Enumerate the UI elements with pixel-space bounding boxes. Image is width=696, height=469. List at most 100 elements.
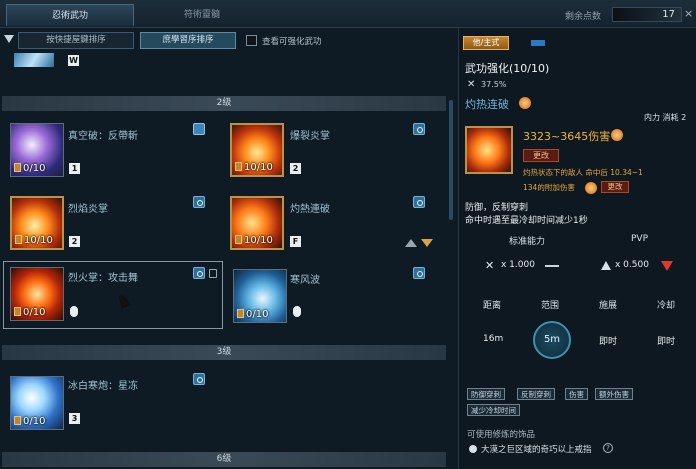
- lock-icon: [209, 269, 217, 278]
- equip-title: 可使用修炼的饰品: [467, 430, 536, 440]
- skill-icon-flame-palm[interactable]: 10/10: [10, 196, 64, 250]
- tag-damage: 伤害: [565, 388, 588, 400]
- ring-icon: [469, 445, 477, 453]
- percent-text: 37.5%: [481, 80, 507, 89]
- points-value: 17: [612, 7, 682, 22]
- desc-line-2: 134的附加伤害: [523, 183, 575, 192]
- partial-skill-icon[interactable]: [14, 53, 54, 67]
- skill-icon-ice-cannon[interactable]: 0/10: [10, 376, 64, 430]
- skill-icon-scorch-combo[interactable]: 10/10: [230, 196, 284, 250]
- attr-range-label: 距离: [483, 301, 502, 311]
- skill-detail-panel: 他/主式 武功强化(10/10) ✕ 37.5% 灼热连破 内力 消耗 2 33…: [458, 28, 696, 469]
- points-label: 剩余点数: [565, 12, 602, 22]
- fire-icon: [519, 97, 531, 109]
- damage-text: 3323~3645伤害: [523, 130, 611, 143]
- change-button-2[interactable]: 更改: [601, 181, 629, 193]
- tab-skills[interactable]: 忍術武功: [6, 4, 134, 26]
- skill-icon-fire-palm[interactable]: 0/10: [10, 267, 64, 321]
- effect-line-1: 防御，反制穿刺: [465, 203, 529, 213]
- skill-level: 10/10: [15, 235, 53, 246]
- grade-header-2: 2级: [2, 96, 446, 111]
- swap-icon[interactable]: [413, 267, 425, 279]
- enhance-checkbox[interactable]: [246, 35, 257, 46]
- skill-name-title: 灼热连破: [465, 98, 509, 111]
- tab-spirit[interactable]: 符術靈髓: [138, 4, 266, 26]
- mouse-icon: [293, 306, 301, 317]
- tag-extra-damage: 额外伤害: [595, 388, 633, 400]
- change-button[interactable]: 更改: [523, 149, 559, 162]
- cross-icon: ✕: [467, 79, 476, 90]
- effect-line-2: 命中时遇至最冷却时间减少1秒: [465, 216, 588, 226]
- attr-cooldown-label: 冷却: [657, 301, 676, 311]
- tag-counter-pierce: 反制穿刺: [517, 388, 555, 400]
- down-arrow-icon: [661, 261, 673, 271]
- edit-icon[interactable]: [193, 123, 205, 135]
- area-value-circle: 5m: [533, 321, 571, 359]
- standard-ability-label: 标准能力: [509, 237, 546, 247]
- standard-multiplier: x 1.000: [501, 260, 535, 270]
- skill-level: 0/10: [237, 309, 268, 320]
- skill-icon-cold-wave[interactable]: 0/10: [233, 269, 287, 323]
- attr-range-value: 16m: [483, 334, 504, 344]
- skill-level: 10/10: [235, 162, 273, 173]
- dash-icon: [545, 265, 559, 267]
- skill-level: 0/10: [14, 307, 45, 318]
- skill-level: 0/10: [14, 416, 45, 427]
- sort-learn-button[interactable]: 庶學習序排序: [140, 32, 236, 49]
- enhance-title: 武功强化(10/10): [465, 62, 550, 75]
- skill-name: 冰白寒炮：星冻: [68, 381, 138, 392]
- skill-level: 0/10: [14, 163, 45, 174]
- skill-icon-vacuum[interactable]: 0/10: [10, 123, 64, 177]
- equip-item: 大漠之巨区域的奇巧以上戒指: [481, 445, 592, 455]
- swap-icon[interactable]: [193, 267, 205, 279]
- mouse-icon: [70, 306, 78, 317]
- key-badge: W: [68, 55, 79, 66]
- attr-area-label: 范围: [541, 301, 560, 311]
- grade-header-6: 6级: [2, 452, 446, 467]
- scrollbar[interactable]: [449, 100, 453, 220]
- swap-icon[interactable]: [193, 196, 205, 208]
- tag-cooldown-reduce: 减少冷却时间: [467, 404, 520, 416]
- grade-header-3: 3级: [2, 345, 446, 360]
- skill-name: 烈火掌：攻击舞: [68, 273, 138, 284]
- arrow-down-icon[interactable]: [421, 239, 433, 247]
- skill-name: 爆裂炎掌: [290, 131, 330, 142]
- attr-cast-value: 即时: [599, 337, 618, 347]
- cost-text: 内力 消耗 2: [644, 113, 687, 122]
- skill-level: 10/10: [235, 235, 273, 246]
- key-badge: 2: [69, 236, 80, 247]
- mode-tag[interactable]: 他/主式: [463, 36, 509, 50]
- pvp-icon: [601, 261, 611, 270]
- swap-icon[interactable]: [193, 373, 205, 385]
- skill-icon-burst-palm[interactable]: 10/10: [230, 123, 284, 177]
- pvp-multiplier: x 0.500: [615, 260, 649, 270]
- key-badge: 3: [69, 413, 80, 424]
- skill-list[interactable]: W 2级 0/10 1 真空破：反帶斬 10/10 2 爆裂炎掌 10/10 2…: [0, 53, 450, 469]
- filter-icon[interactable]: [4, 35, 14, 43]
- sort-hotkey-button[interactable]: 按快捷屋鍵排序: [18, 32, 134, 49]
- swap-icon[interactable]: [413, 196, 425, 208]
- attr-cooldown-value: 即时: [657, 337, 676, 347]
- tag-defense-pierce: 防御穿刺: [467, 388, 505, 400]
- filter-bar: 按快捷屋鍵排序 庶學習序排序 查看可强化武功: [0, 30, 455, 52]
- close-icon[interactable]: ×: [684, 8, 694, 20]
- arrow-up-icon[interactable]: [405, 239, 417, 247]
- attr-cast-label: 施展: [599, 301, 618, 311]
- key-badge: F: [290, 236, 301, 247]
- help-icon[interactable]: ?: [603, 443, 613, 453]
- desc-line-1: 灼热状态下的敌人 命中后 10.34~1: [523, 168, 643, 177]
- enhance-checkbox-label: 查看可强化武功: [262, 37, 322, 47]
- badge-icon: [531, 40, 545, 46]
- skill-name: 灼熱連破: [290, 204, 330, 215]
- top-bar: 忍術武功 符術靈髓 剩余点数 17 ×: [0, 0, 696, 28]
- skill-name: 真空破：反帶斬: [68, 131, 138, 142]
- pvp-label: PVP: [631, 234, 649, 244]
- key-badge: 1: [69, 163, 80, 174]
- fire-icon: [585, 182, 597, 194]
- swap-icon[interactable]: [413, 123, 425, 135]
- skill-detail-icon: [465, 126, 513, 174]
- skill-name: 寒风波: [290, 275, 320, 286]
- key-badge: 2: [290, 163, 301, 174]
- skill-name: 烈焰炎掌: [68, 204, 108, 215]
- fire-icon: [611, 129, 623, 141]
